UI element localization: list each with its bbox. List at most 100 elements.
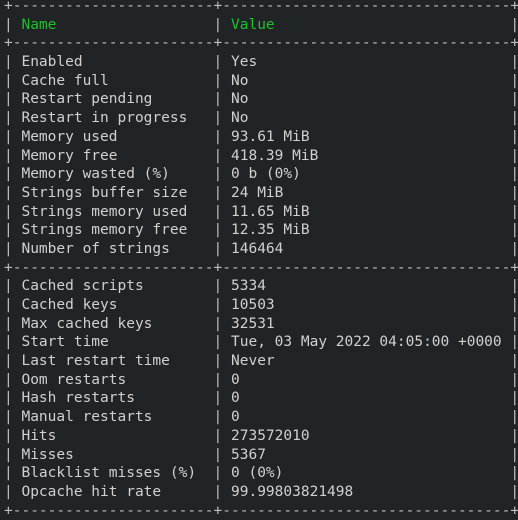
- table-row: | Start time | Tue, 03 May 2022 04:05:00…: [4, 333, 518, 352]
- table-row: | Memory used | 93.61 MiB |: [4, 128, 518, 147]
- table-row: | Hash restarts | 0 |: [4, 389, 518, 408]
- row-name: Blacklist misses (%): [21, 465, 197, 482]
- table-row: | Cache full | No |: [4, 72, 518, 91]
- column-separator: |: [4, 184, 22, 201]
- column-separator: |: [213, 16, 231, 33]
- table-row: | Memory free | 418.39 MiB |: [4, 147, 518, 166]
- column-separator: |: [510, 390, 518, 407]
- column-separator: |: [213, 353, 231, 370]
- table-row: | Strings memory used | 11.65 MiB |: [4, 203, 518, 222]
- column-separator: |: [4, 16, 22, 33]
- table-row: | Cached scripts | 5334 |: [4, 277, 518, 296]
- column-separator: |: [213, 91, 231, 108]
- table-border: +-----------------------+---------------…: [4, 35, 518, 52]
- column-separator: |: [213, 203, 232, 220]
- row-name: Memory wasted (%): [21, 166, 170, 183]
- column-separator: |: [510, 166, 518, 183]
- row-name: Cached scripts: [21, 278, 144, 295]
- column-separator: |: [4, 297, 22, 313]
- column-separator: |: [4, 166, 22, 183]
- row-name: Max cached keys: [21, 315, 153, 332]
- row-name: Enabled: [21, 54, 83, 71]
- header-name: Name: [21, 16, 57, 33]
- row-value: 32531: [231, 315, 275, 332]
- row-value: Tue, 03 May 2022 04:05:00 +0000: [231, 334, 502, 351]
- row-value: 24 MiB: [231, 184, 284, 201]
- table-row: | Restart pending | No |: [4, 90, 518, 109]
- row-value: 99.99803821498: [231, 483, 354, 500]
- column-separator: |: [213, 427, 231, 444]
- row-name: Strings memory free: [21, 222, 188, 239]
- column-separator: |: [213, 390, 232, 407]
- column-separator: |: [213, 297, 231, 313]
- row-value: 0: [231, 409, 240, 426]
- column-separator: |: [4, 240, 22, 257]
- table-row: | Number of strings | 146464 |: [4, 240, 518, 259]
- row-value: 146464: [231, 240, 284, 257]
- column-separator: |: [4, 353, 22, 370]
- column-separator: |: [510, 409, 518, 426]
- row-name: Cached keys: [21, 297, 118, 313]
- table-border: +-----------------------+---------------…: [4, 259, 518, 276]
- row-value: 418.39 MiB: [231, 147, 319, 164]
- column-separator: |: [4, 72, 22, 89]
- column-separator: |: [213, 446, 232, 463]
- table-row: | Oom restarts | 0 |: [4, 371, 518, 390]
- row-value: 0 (0%): [231, 465, 284, 482]
- column-separator: |: [213, 166, 231, 183]
- table-header-row: | Name | Value |: [4, 16, 518, 35]
- column-separator: |: [213, 184, 232, 201]
- row-value: No: [231, 91, 249, 108]
- column-separator: |: [213, 128, 231, 145]
- row-value: 10503: [231, 297, 275, 313]
- column-separator: |: [510, 334, 518, 351]
- column-separator: |: [4, 147, 22, 164]
- column-separator: |: [510, 465, 518, 482]
- row-value: 273572010: [231, 427, 310, 444]
- column-separator: |: [213, 278, 231, 295]
- row-value: 0: [231, 371, 240, 388]
- column-separator: |: [4, 54, 22, 71]
- table-row: | Manual restarts | 0 |: [4, 408, 518, 427]
- column-separator: |: [4, 278, 22, 295]
- row-name: Hits: [21, 427, 57, 444]
- column-separator: |: [213, 371, 232, 388]
- column-separator: |: [4, 203, 22, 220]
- table-row: | Strings memory free | 12.35 MiB |: [4, 221, 518, 240]
- table-border: +-----------------------+---------------…: [4, 502, 518, 519]
- row-name: Memory used: [21, 128, 118, 145]
- table-row: | Last restart time | Never |: [4, 352, 518, 371]
- row-name: Start time: [21, 334, 109, 351]
- column-separator: |: [510, 315, 518, 332]
- column-separator: |: [4, 315, 22, 332]
- table-row: | Opcache hit rate | 99.99803821498 |: [4, 483, 518, 502]
- header-value: Value: [231, 16, 275, 33]
- row-name: Number of strings: [21, 240, 170, 257]
- column-separator: |: [510, 427, 518, 444]
- column-separator: |: [213, 147, 231, 164]
- column-separator: |: [213, 240, 231, 257]
- column-separator: |: [213, 409, 231, 426]
- column-separator: |: [510, 72, 518, 89]
- table-row: | Hits | 273572010 |: [4, 427, 518, 446]
- column-separator: |: [4, 483, 22, 500]
- column-separator: |: [4, 110, 22, 127]
- row-value: 11.65 MiB: [231, 203, 310, 220]
- column-separator: |: [4, 222, 22, 239]
- table-row: | Cached keys | 10503 |: [4, 296, 518, 315]
- row-name: Misses: [21, 446, 74, 463]
- table-row: | Misses | 5367 |: [4, 446, 518, 465]
- column-separator: |: [4, 465, 22, 482]
- row-value: 12.35 MiB: [231, 222, 310, 239]
- column-separator: |: [4, 334, 22, 351]
- column-separator: |: [4, 390, 22, 407]
- row-value: No: [231, 72, 249, 89]
- column-separator: |: [4, 427, 22, 444]
- column-separator: |: [510, 128, 518, 145]
- column-separator: |: [4, 91, 22, 108]
- row-name: Restart in progress: [21, 110, 188, 127]
- column-separator: |: [510, 184, 518, 201]
- column-separator: |: [4, 128, 22, 145]
- column-separator: |: [510, 278, 518, 295]
- column-separator: |: [510, 203, 518, 220]
